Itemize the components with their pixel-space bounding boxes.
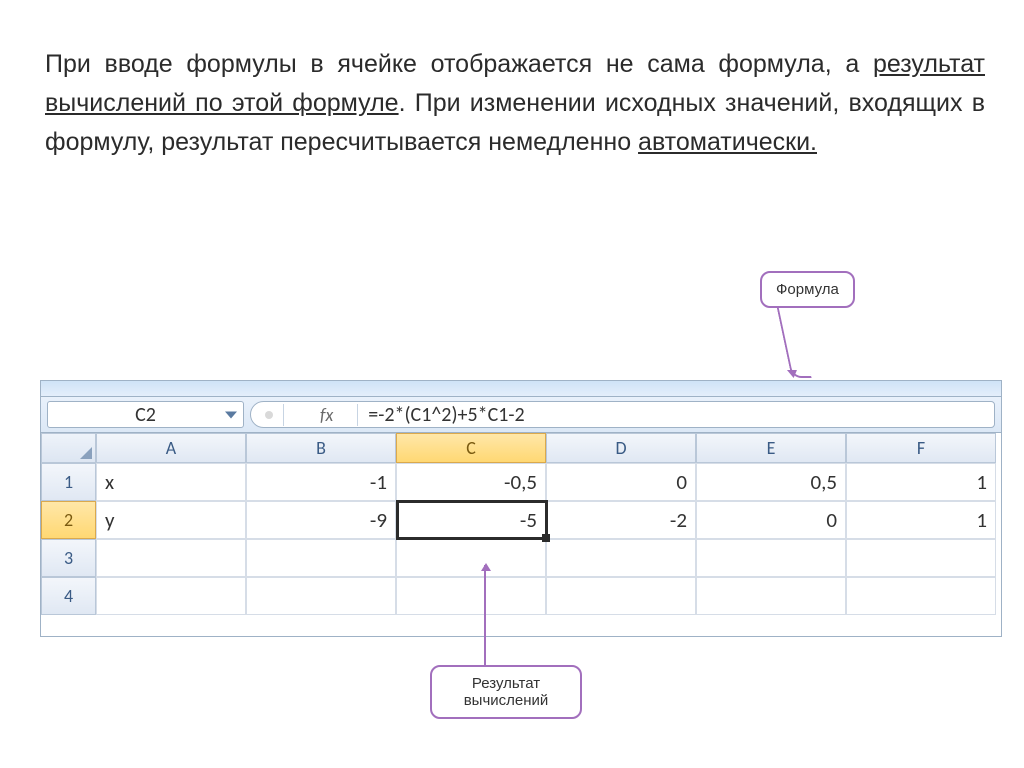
fx-icon[interactable]: fx xyxy=(320,404,333,426)
cell-F4[interactable] xyxy=(846,577,996,615)
formula-bar-dot-icon xyxy=(265,411,273,419)
divider xyxy=(357,404,358,426)
col-header-A[interactable]: A xyxy=(96,433,246,463)
cell-B3[interactable] xyxy=(246,539,396,577)
name-box-value: C2 xyxy=(135,403,156,427)
col-header-F[interactable]: F xyxy=(846,433,996,463)
cell-C4[interactable] xyxy=(396,577,546,615)
cell-E3[interactable] xyxy=(696,539,846,577)
cell-E4[interactable] xyxy=(696,577,846,615)
spreadsheet-grid[interactable]: A B C D E F 1 x -1 -0,5 0 0,5 1 2 y -9 -… xyxy=(41,433,1001,615)
cell-D1[interactable]: 0 xyxy=(546,463,696,501)
excel-toolstrip xyxy=(41,381,1001,397)
cell-B4[interactable] xyxy=(246,577,396,615)
cell-C1[interactable]: -0,5 xyxy=(396,463,546,501)
row-header-4[interactable]: 4 xyxy=(41,577,96,615)
formula-bar-row: C2 fx =-2*(C1^2)+5*C1-2 xyxy=(41,397,1001,433)
row-header-1[interactable]: 1 xyxy=(41,463,96,501)
formula-bar[interactable]: fx =-2*(C1^2)+5*C1-2 xyxy=(250,401,995,428)
result-callout: Результат вычислений xyxy=(430,665,582,719)
formula-callout-pointer xyxy=(776,306,811,378)
text-part1: При вводе формулы в ячейке отображается … xyxy=(45,50,873,78)
cell-D2[interactable]: -2 xyxy=(546,501,696,539)
cell-C2[interactable]: -5 xyxy=(396,501,546,539)
cell-A1[interactable]: x xyxy=(96,463,246,501)
chevron-down-icon[interactable] xyxy=(225,411,237,418)
excel-screenshot: C2 fx =-2*(C1^2)+5*C1-2 A B C D E F 1 x xyxy=(40,380,1002,637)
cell-A3[interactable] xyxy=(96,539,246,577)
col-header-E[interactable]: E xyxy=(696,433,846,463)
cell-A2[interactable]: y xyxy=(96,501,246,539)
result-callout-line1: Результат xyxy=(446,675,566,692)
cell-D4[interactable] xyxy=(546,577,696,615)
cell-B2[interactable]: -9 xyxy=(246,501,396,539)
name-box[interactable]: C2 xyxy=(47,401,244,428)
cell-D3[interactable] xyxy=(546,539,696,577)
row-header-2[interactable]: 2 xyxy=(41,501,96,539)
cell-E1[interactable]: 0,5 xyxy=(696,463,846,501)
formula-callout: Формула xyxy=(760,271,855,308)
col-header-D[interactable]: D xyxy=(546,433,696,463)
cell-F3[interactable] xyxy=(846,539,996,577)
cell-B1[interactable]: -1 xyxy=(246,463,396,501)
formula-callout-label: Формула xyxy=(776,281,839,298)
cell-F1[interactable]: 1 xyxy=(846,463,996,501)
cell-E2[interactable]: 0 xyxy=(696,501,846,539)
row-header-3[interactable]: 3 xyxy=(41,539,96,577)
cell-F2[interactable]: 1 xyxy=(846,501,996,539)
result-callout-line2: вычислений xyxy=(446,692,566,709)
text-underline2: автоматически. xyxy=(638,128,817,156)
explanation-paragraph: При вводе формулы в ячейке отображается … xyxy=(45,45,985,161)
col-header-B[interactable]: B xyxy=(246,433,396,463)
formula-bar-input[interactable]: =-2*(C1^2)+5*C1-2 xyxy=(368,403,524,427)
divider xyxy=(283,404,284,426)
select-all-corner[interactable] xyxy=(41,433,96,463)
cell-C3[interactable] xyxy=(396,539,546,577)
cell-A4[interactable] xyxy=(96,577,246,615)
result-callout-pointer xyxy=(484,565,486,665)
col-header-C[interactable]: C xyxy=(396,433,546,463)
